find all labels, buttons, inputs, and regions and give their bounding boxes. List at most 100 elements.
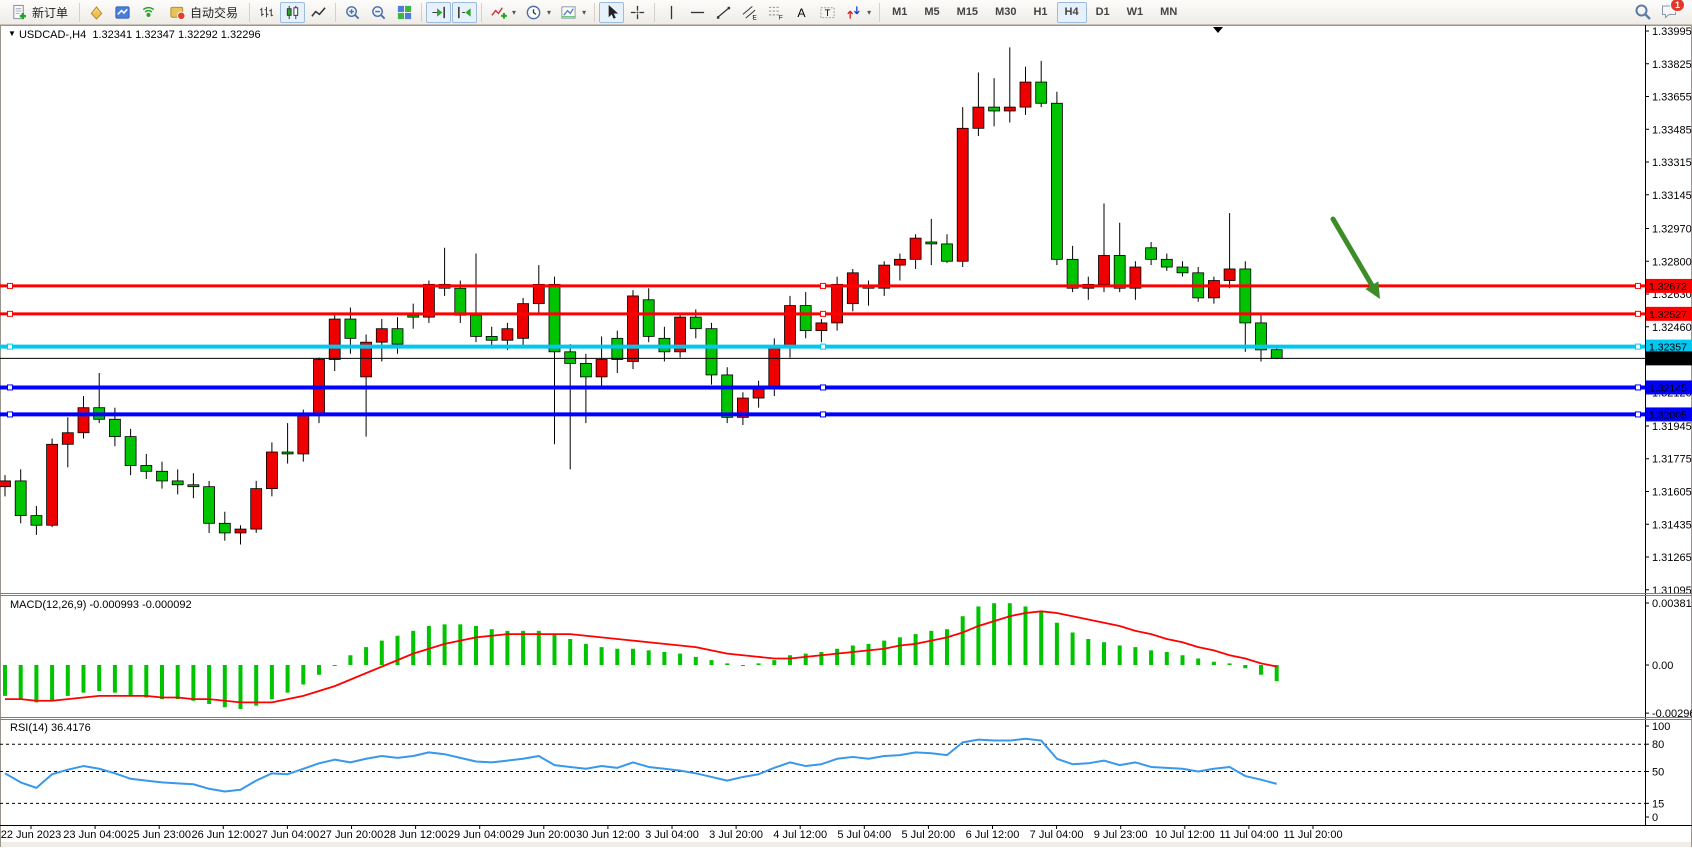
timeframe-m1-button[interactable]: M1 <box>884 2 915 23</box>
macd-histogram-bar <box>50 665 54 701</box>
rsi-tick-label: 100 <box>1652 721 1670 733</box>
timeframe-h1-button[interactable]: H1 <box>1025 2 1055 23</box>
candle-body <box>204 487 215 524</box>
toolbar-separator <box>249 3 250 22</box>
macd-histogram-bar <box>851 645 855 665</box>
zoom-in-button[interactable] <box>340 2 365 23</box>
macd-histogram-bar <box>914 634 918 665</box>
indicators-button[interactable]: ▾ <box>486 2 520 23</box>
candle-body <box>910 238 921 259</box>
chart-canvas[interactable]: 1.339951.338251.336551.334851.333151.331… <box>0 0 1692 848</box>
candle-body <box>219 523 230 533</box>
line-chart-button[interactable] <box>306 2 331 23</box>
line-handle[interactable] <box>821 344 826 349</box>
line-handle[interactable] <box>8 385 13 390</box>
periods-button[interactable]: ▾ <box>521 2 555 23</box>
timeframe-d1-button[interactable]: D1 <box>1088 2 1118 23</box>
macd-histogram-bar <box>1243 665 1247 668</box>
signals-button[interactable] <box>136 2 161 23</box>
auto-scroll-button[interactable] <box>426 2 451 23</box>
cursor-button[interactable] <box>599 2 624 23</box>
toolbar-separator <box>421 3 422 22</box>
macd-histogram-bar <box>144 665 148 698</box>
macd-histogram-bar <box>929 631 933 665</box>
crosshair-button[interactable] <box>625 2 650 23</box>
charts-window-button[interactable] <box>110 2 135 23</box>
text-tool-button[interactable]: A <box>789 2 814 23</box>
line-handle[interactable] <box>1636 385 1641 390</box>
macd-histogram-bar <box>19 665 23 699</box>
search-icon[interactable] <box>1634 3 1652 21</box>
line-handle[interactable] <box>821 283 826 288</box>
macd-histogram-bar <box>976 606 980 665</box>
macd-histogram-bar <box>741 665 745 666</box>
line-handle[interactable] <box>8 344 13 349</box>
line-handle[interactable] <box>8 412 13 417</box>
timeframe-mn-button[interactable]: MN <box>1152 2 1185 23</box>
macd-histogram-bar <box>553 634 557 665</box>
line-handle[interactable] <box>8 311 13 316</box>
candle-body <box>455 288 466 315</box>
templates-button[interactable]: ▾ <box>556 2 590 23</box>
macd-histogram-bar <box>1086 639 1090 665</box>
main-toolbar: 新订单 自动交易 <box>0 0 1692 25</box>
text-glyph: A <box>797 5 806 19</box>
candlestick-chart-icon <box>284 4 301 21</box>
timeframe-m15-button[interactable]: M15 <box>949 2 986 23</box>
macd-histogram-bar <box>882 641 886 665</box>
zoom-out-button[interactable] <box>366 2 391 23</box>
line-handle[interactable] <box>1636 344 1641 349</box>
timeframe-m30-button[interactable]: M30 <box>987 2 1024 23</box>
price-tick-label: 1.33995 <box>1652 26 1692 38</box>
line-handle[interactable] <box>821 385 826 390</box>
tile-windows-button[interactable] <box>392 2 417 23</box>
trendline-button[interactable] <box>711 2 736 23</box>
vertical-line-button[interactable] <box>659 2 684 23</box>
bar-chart-button[interactable] <box>254 2 279 23</box>
channel-button[interactable]: E <box>737 2 762 23</box>
macd-histogram-bar <box>129 665 133 696</box>
auto-trading-icon <box>169 4 186 21</box>
candlestick-chart-button[interactable] <box>280 2 305 23</box>
price-tick-label: 1.33825 <box>1652 59 1692 71</box>
macd-histogram-bar <box>34 665 38 702</box>
toolbar-separator <box>481 3 482 22</box>
price-tick-label: 1.32460 <box>1652 322 1692 334</box>
line-chart-icon <box>310 4 327 21</box>
timeframe-h4-button[interactable]: H4 <box>1057 2 1087 23</box>
line-handle[interactable] <box>821 412 826 417</box>
macd-histogram-bar <box>333 665 337 666</box>
time-tick-label: 11 Jul 04:00 <box>1219 829 1278 841</box>
macd-histogram-bar <box>992 603 996 665</box>
annotation-arrow[interactable] <box>1333 219 1372 285</box>
line-handle[interactable] <box>821 311 826 316</box>
line-handle[interactable] <box>1636 311 1641 316</box>
time-tick-label: 22 Jun 2023 <box>1 829 62 841</box>
macd-histogram-bar <box>1055 623 1059 665</box>
chart-shift-button[interactable] <box>452 2 477 23</box>
label-tool-button[interactable]: T <box>815 2 840 23</box>
fibonacci-button[interactable]: F <box>763 2 788 23</box>
channel-icon: E <box>741 4 758 21</box>
macd-histogram-bar <box>1102 642 1106 665</box>
auto-trading-button[interactable]: 自动交易 <box>162 2 245 23</box>
fibo-glyph: F <box>779 14 783 20</box>
line-handle[interactable] <box>1636 412 1641 417</box>
candle-body <box>329 319 340 359</box>
quotes-button[interactable] <box>84 2 109 23</box>
rsi-tick-label: 0 <box>1652 812 1658 824</box>
timeframe-w1-button[interactable]: W1 <box>1119 2 1152 23</box>
line-handle[interactable] <box>1636 283 1641 288</box>
candle-body <box>141 465 152 471</box>
candle-body <box>172 481 183 485</box>
candle-body <box>345 319 356 338</box>
chart-collapse-icon[interactable]: ▼ <box>8 29 16 38</box>
line-handle[interactable] <box>8 283 13 288</box>
horizontal-line-button[interactable] <box>685 2 710 23</box>
chat-button[interactable]: 1 <box>1660 3 1678 21</box>
candle-body <box>502 329 513 341</box>
chart-symbol-period: USDCAD-,H4 <box>19 29 86 41</box>
timeframe-m5-button[interactable]: M5 <box>916 2 947 23</box>
arrows-tool-button[interactable]: ▾ <box>841 2 875 23</box>
new-order-button[interactable]: 新订单 <box>4 2 75 23</box>
